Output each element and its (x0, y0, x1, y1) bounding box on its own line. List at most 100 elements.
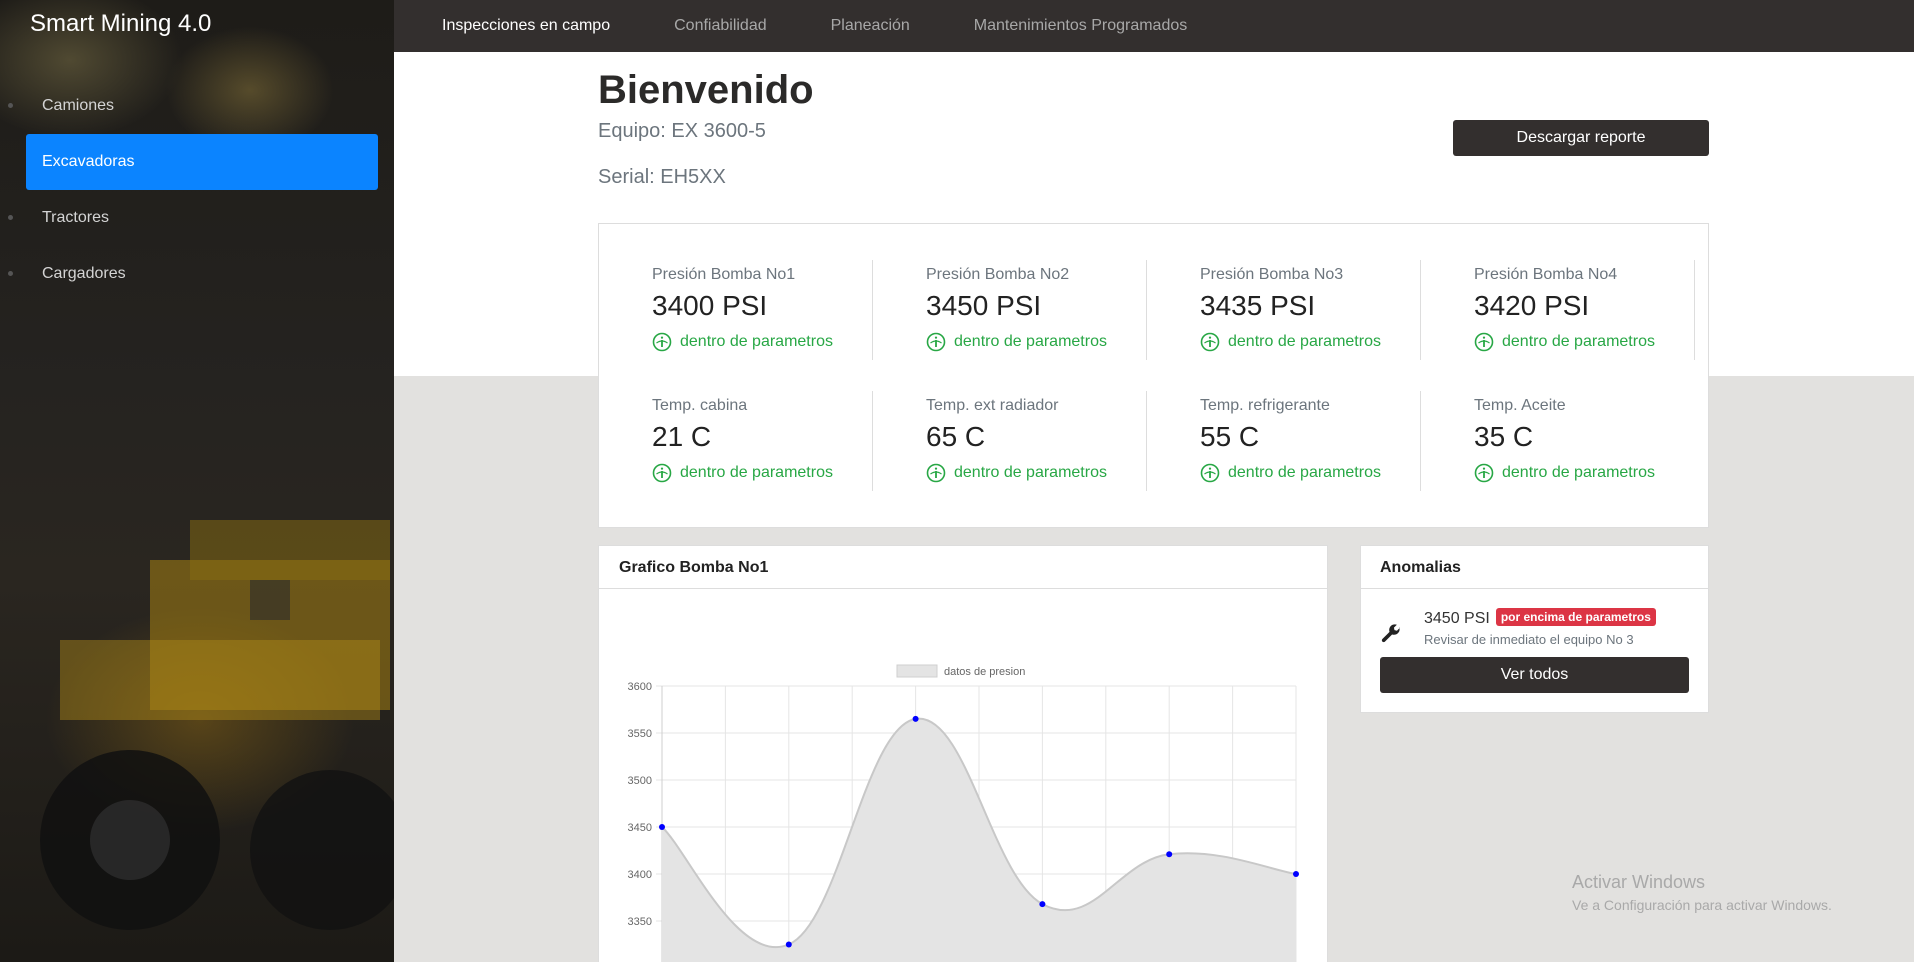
stat-status-text: dentro de parametros (954, 333, 1107, 350)
stat-value: 55 C (1200, 421, 1260, 452)
bullet-icon (8, 215, 13, 220)
data-point (912, 715, 919, 722)
bullet-icon (8, 271, 13, 276)
equipment-label: Equipo: EX 3600-5 (598, 120, 766, 142)
serial-label: Serial: EH5XX (598, 166, 726, 188)
info-circle-icon (652, 463, 672, 483)
sidebar-nav: Camiones Excavadoras Tractores Cargadore… (8, 78, 378, 302)
y-tick-label: 3600 (628, 681, 652, 693)
stat-value: 65 C (926, 421, 986, 452)
stat-value: 3450 PSI (926, 290, 1042, 321)
info-circle-icon (652, 332, 672, 352)
page-title: Bienvenido (598, 68, 814, 112)
info-circle-icon (1474, 463, 1494, 483)
stat-status-text: dentro de parametros (1228, 333, 1381, 350)
anomaly-value: 3450 PSI por encima de parametros (1424, 608, 1656, 628)
stat-status: dentro de parametros (926, 332, 1147, 352)
sidebar-item-label: Tractores (42, 209, 109, 226)
stat-temp-cabina: Temp. cabina 21 C dentro de parametros (599, 391, 873, 491)
stat-label: Presión Bomba No3 (1200, 266, 1344, 283)
y-tick-label: 3550 (628, 728, 652, 740)
stat-bomba-2: Presión Bomba No2 3450 PSI dentro de par… (873, 260, 1147, 360)
y-tick-label: 3400 (628, 869, 652, 881)
stat-status-text: dentro de parametros (1502, 464, 1655, 481)
tab-mantenimientos[interactable]: Mantenimientos Programados (974, 17, 1187, 35)
stats-card: Presión Bomba No1 3400 PSI dentro de par… (598, 223, 1709, 528)
bullet-icon (8, 103, 13, 108)
stat-status: dentro de parametros (652, 463, 873, 483)
y-tick-label: 3350 (628, 916, 652, 928)
info-circle-icon (1200, 463, 1220, 483)
anomalies-card-title: Anomalias (1361, 546, 1708, 589)
tab-planeacion[interactable]: Planeación (831, 17, 910, 35)
sidebar-item-tractores[interactable]: Tractores (8, 190, 378, 246)
brand-title[interactable]: Smart Mining 4.0 (30, 10, 211, 38)
sidebar-item-excavadoras[interactable]: Excavadoras (26, 134, 378, 190)
anomaly-value-text: 3450 PSI (1424, 610, 1490, 627)
stat-bomba-1: Presión Bomba No1 3400 PSI dentro de par… (599, 260, 873, 360)
stat-bomba-3: Presión Bomba No3 3435 PSI dentro de par… (1147, 260, 1421, 360)
data-point (785, 941, 792, 948)
top-nav: Inspecciones en campo Confiabilidad Plan… (442, 0, 1251, 52)
legend-swatch (896, 664, 938, 678)
sidebar: Smart Mining 4.0 Camiones Excavadoras Tr… (0, 0, 394, 962)
stat-label: Temp. ext radiador (926, 397, 1059, 414)
download-report-button[interactable]: Descargar reporte (1453, 120, 1709, 156)
stat-status: dentro de parametros (1200, 332, 1421, 352)
sidebar-item-cargadores[interactable]: Cargadores (8, 246, 378, 302)
stat-status: dentro de parametros (1200, 463, 1421, 483)
stat-status-text: dentro de parametros (680, 333, 833, 350)
info-circle-icon (1474, 332, 1494, 352)
sidebar-item-camiones[interactable]: Camiones (8, 78, 378, 134)
stat-label: Temp. refrigerante (1200, 397, 1330, 414)
stat-status-text: dentro de parametros (680, 464, 833, 481)
stat-value: 3435 PSI (1200, 290, 1316, 321)
stat-temp-radiador: Temp. ext radiador 65 C dentro de parame… (873, 391, 1147, 491)
stat-value: 3420 PSI (1474, 290, 1590, 321)
tab-confiabilidad[interactable]: Confiabilidad (674, 17, 767, 35)
sidebar-item-label: Cargadores (42, 265, 126, 282)
status-badge: por encima de parametros (1495, 608, 1656, 626)
stat-status-text: dentro de parametros (1228, 464, 1381, 481)
stat-status: dentro de parametros (652, 332, 873, 352)
stat-status: dentro de parametros (1474, 332, 1695, 352)
sidebar-item-label: Camiones (42, 97, 115, 114)
y-tick-label: 3450 (628, 822, 652, 834)
y-tick-label: 3500 (628, 775, 652, 787)
data-point (1293, 871, 1299, 877)
stat-status: dentro de parametros (1474, 463, 1695, 483)
stat-value: 21 C (652, 421, 712, 452)
stat-label: Presión Bomba No1 (652, 266, 796, 283)
stat-status-text: dentro de parametros (954, 464, 1107, 481)
anomaly-message: Revisar de inmediato el equipo No 3 (1424, 632, 1634, 647)
watermark-subtitle: Ve a Configuración para activar Windows. (1572, 897, 1832, 913)
data-point (1039, 901, 1046, 908)
data-point (659, 824, 665, 830)
tab-inspecciones[interactable]: Inspecciones en campo (442, 17, 610, 35)
data-point (1166, 851, 1173, 858)
stat-value: 3400 PSI (652, 290, 768, 321)
divider (1694, 260, 1695, 360)
stat-status-text: dentro de parametros (1502, 333, 1655, 350)
stat-label: Presión Bomba No4 (1474, 266, 1618, 283)
sidebar-item-label: Excavadoras (42, 153, 135, 170)
stat-temp-refrigerante: Temp. refrigerante 55 C dentro de parame… (1147, 391, 1421, 491)
info-circle-icon (926, 463, 946, 483)
info-circle-icon (1200, 332, 1220, 352)
legend-label: datos de presion (944, 666, 1025, 678)
info-circle-icon (926, 332, 946, 352)
stat-temp-aceite: Temp. Aceite 35 C dentro de parametros (1421, 391, 1695, 491)
wrench-icon (1381, 624, 1400, 643)
stat-label: Temp. cabina (652, 397, 748, 414)
stat-bomba-4: Presión Bomba No4 3420 PSI dentro de par… (1421, 260, 1695, 360)
stat-value: 35 C (1474, 421, 1534, 452)
chart-card-title: Grafico Bomba No1 (599, 546, 1327, 589)
chart-card: Grafico Bomba No1 00.51.01.52.02.53.03.5… (598, 545, 1328, 962)
top-navbar: Inspecciones en campo Confiabilidad Plan… (394, 0, 1914, 52)
watermark-title: Activar Windows (1572, 872, 1706, 892)
stat-status: dentro de parametros (926, 463, 1147, 483)
anomalies-card: Anomalias 3450 PSI por encima de parametr… (1360, 545, 1709, 713)
stat-label: Presión Bomba No2 (926, 266, 1070, 283)
stat-label: Temp. Aceite (1474, 397, 1566, 414)
view-all-button[interactable]: Ver todos (1380, 657, 1689, 693)
